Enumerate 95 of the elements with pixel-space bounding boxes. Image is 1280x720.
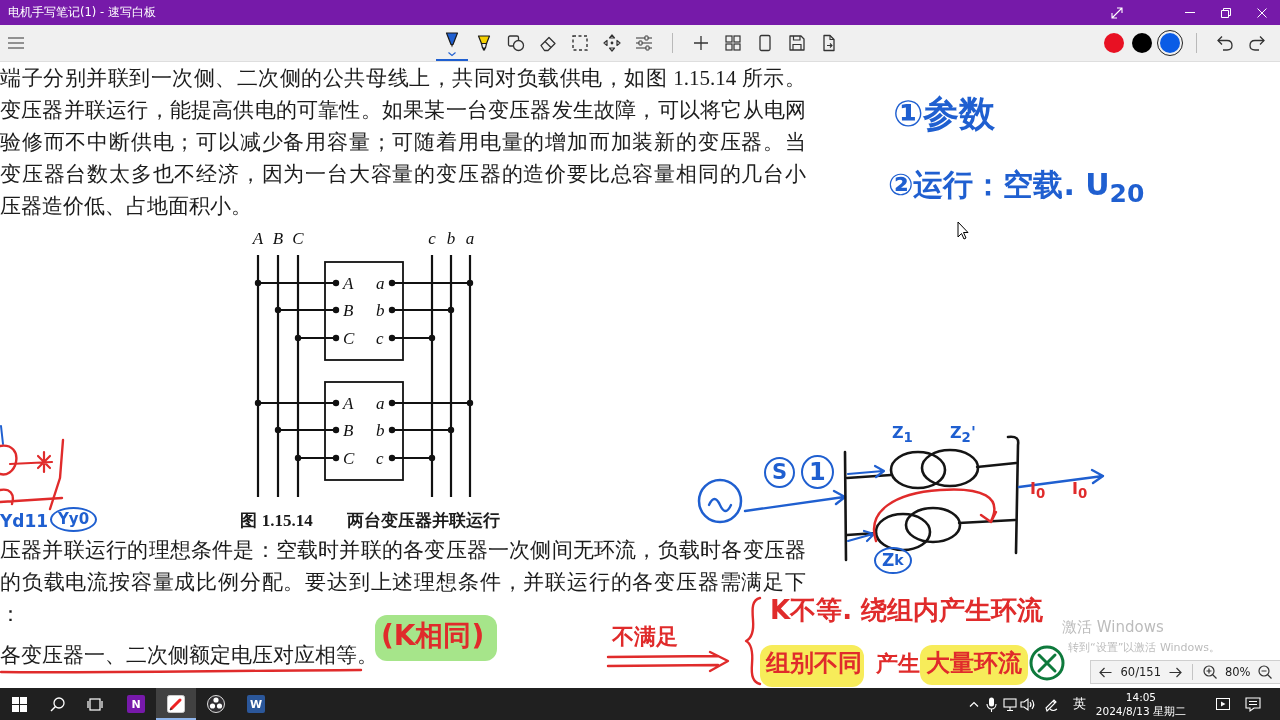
input-method-indicator[interactable]: 英	[1066, 688, 1092, 720]
play-box-icon	[1216, 698, 1230, 710]
minimize-icon	[1185, 12, 1195, 13]
handwritten-note: 产生	[876, 651, 920, 677]
wire	[388, 426, 455, 434]
zoom-out-icon	[1258, 665, 1273, 679]
shapes-icon	[505, 33, 526, 53]
color-swatch-icon[interactable]	[1132, 33, 1152, 53]
zoom-level: 80%	[1223, 665, 1252, 679]
undo-icon	[1215, 33, 1235, 53]
connection-line	[845, 473, 893, 480]
handwritten-note: I$_{0}$	[1030, 480, 1046, 502]
expand-icon	[1111, 6, 1123, 19]
four-arrows-icon	[601, 33, 622, 53]
document-app-button[interactable]: W	[236, 688, 276, 720]
bus-label: B	[272, 229, 284, 248]
circled-label: 1	[801, 455, 834, 489]
terminal-label: a	[376, 394, 385, 413]
four-squares-icon	[11, 696, 27, 712]
three-circles-icon	[207, 695, 225, 713]
dashed-square-icon	[569, 33, 590, 53]
terminal-label: C	[343, 329, 355, 348]
activation-watermark-title: 激活 Windows	[1062, 618, 1164, 637]
zoom-in-icon	[1203, 665, 1218, 679]
terminal-label: b	[376, 421, 385, 440]
paragraph-end: ：	[0, 601, 21, 628]
arrow-right-icon	[1169, 666, 1183, 678]
paragraph: 端子分别并联到一次侧、二次侧的公共母线上，共同对负载供电，如图 1.15.14 所示。 变压器并联运行，能提高供电的可靠性。如果某一台变压器发生故障，可以将它从电网 验修而不中断供电；可以减少备用容量；可随着用电量的增加而加装新的变压器。当 变压器台数太多也不经济，因为一台大容量的变压器的造价要比总容量相同的几台小 压器造价低、占地面积小。	[0, 65, 806, 220]
grid-icon	[722, 33, 743, 53]
terminal-label: A	[343, 394, 354, 413]
paragraph: 压器并联运行的理想条件是：空载时并联的各变压器一次侧间无环流，负载时各变压器 的负载电流按容量成比例分配。要达到上述理想条件，并联运行的各变压器需满足下	[0, 537, 806, 596]
notebook-app-button[interactable]: N	[116, 688, 156, 720]
clock-time[interactable]: 14:05	[1125, 690, 1157, 704]
activation-watermark-hint: 转到“设置”以激活 Windows。	[1068, 640, 1220, 655]
terminal-label: c	[376, 329, 384, 348]
terminal-label: B	[343, 421, 354, 440]
connection-line	[975, 461, 1018, 469]
speaker-icon	[1019, 696, 1036, 712]
terminal-label: B	[343, 301, 354, 320]
wire	[388, 306, 455, 314]
chevron-down-icon	[447, 52, 456, 56]
monitor-icon	[1002, 697, 1017, 711]
crossed-circle-icon	[1029, 645, 1065, 681]
wire	[388, 454, 436, 462]
notification-icon	[1245, 696, 1261, 712]
clock-date[interactable]: 2024/8/13 星期二	[1095, 704, 1186, 718]
terminal-label: b	[376, 301, 385, 320]
figure-caption: 图 1.15.14 两台变压器并联运行	[240, 510, 500, 532]
handwritten-note: 组别不同	[766, 650, 862, 678]
ac-source-symbol	[697, 478, 743, 524]
search-icon	[49, 696, 65, 712]
pen-tile-icon	[167, 695, 185, 713]
bus-label: c	[428, 229, 436, 248]
color-swatch-icon[interactable]	[1104, 33, 1124, 53]
input-arrow	[846, 529, 876, 543]
page-counter: 60/151	[1119, 665, 1162, 679]
wire	[294, 334, 340, 342]
task-view-icon	[87, 696, 103, 712]
microphone-icon	[986, 696, 998, 712]
restore-icon	[1221, 7, 1231, 18]
handwritten-note: (K相同)	[381, 620, 485, 653]
chevron-up-icon	[968, 701, 979, 707]
handwritten-note: 不满足	[612, 624, 678, 650]
bus-label: a	[465, 229, 475, 248]
redo-icon	[1247, 33, 1267, 53]
handwritten-note: Z$_{1}$	[892, 424, 913, 446]
close-icon	[1257, 7, 1267, 18]
terminal-label: a	[376, 274, 385, 293]
whiteboard-app-button[interactable]	[156, 688, 196, 720]
wire	[274, 306, 340, 314]
sliders-icon	[633, 33, 654, 53]
circled-label: Yy0	[50, 507, 98, 532]
handwritten-note: ①参数	[893, 93, 996, 135]
bus-label: b	[446, 229, 456, 248]
bus-label: A	[252, 229, 264, 248]
bus-label: C	[292, 229, 304, 248]
terminal-label: C	[343, 449, 355, 468]
handwritten-note: Yd11	[0, 512, 49, 532]
menu-icon	[8, 37, 24, 49]
list-item: 各变压器一、二次侧额定电压对应相等。	[0, 643, 378, 667]
handwritten-note: I$_{0}$	[1072, 480, 1088, 502]
cursor-icon	[957, 221, 969, 240]
handwritten-note: Z$_{2}$'	[950, 424, 976, 446]
arrow-left-icon	[1099, 666, 1113, 678]
terminal-label: A	[343, 274, 354, 293]
handwritten-note: K不等. 绕组内产生环流	[770, 596, 1044, 626]
input-arrow	[846, 464, 886, 479]
wire	[388, 334, 436, 342]
terminal-label: c	[376, 449, 384, 468]
window-title: 电机手写笔记(1) - 速写白板	[8, 5, 156, 20]
circled-label: S	[764, 457, 796, 488]
wire	[294, 454, 340, 462]
handwritten-note: 大量环流	[926, 650, 1022, 678]
wire	[274, 426, 340, 434]
handwritten-note: ②运行：空载. U$_{20}$	[888, 168, 1145, 209]
